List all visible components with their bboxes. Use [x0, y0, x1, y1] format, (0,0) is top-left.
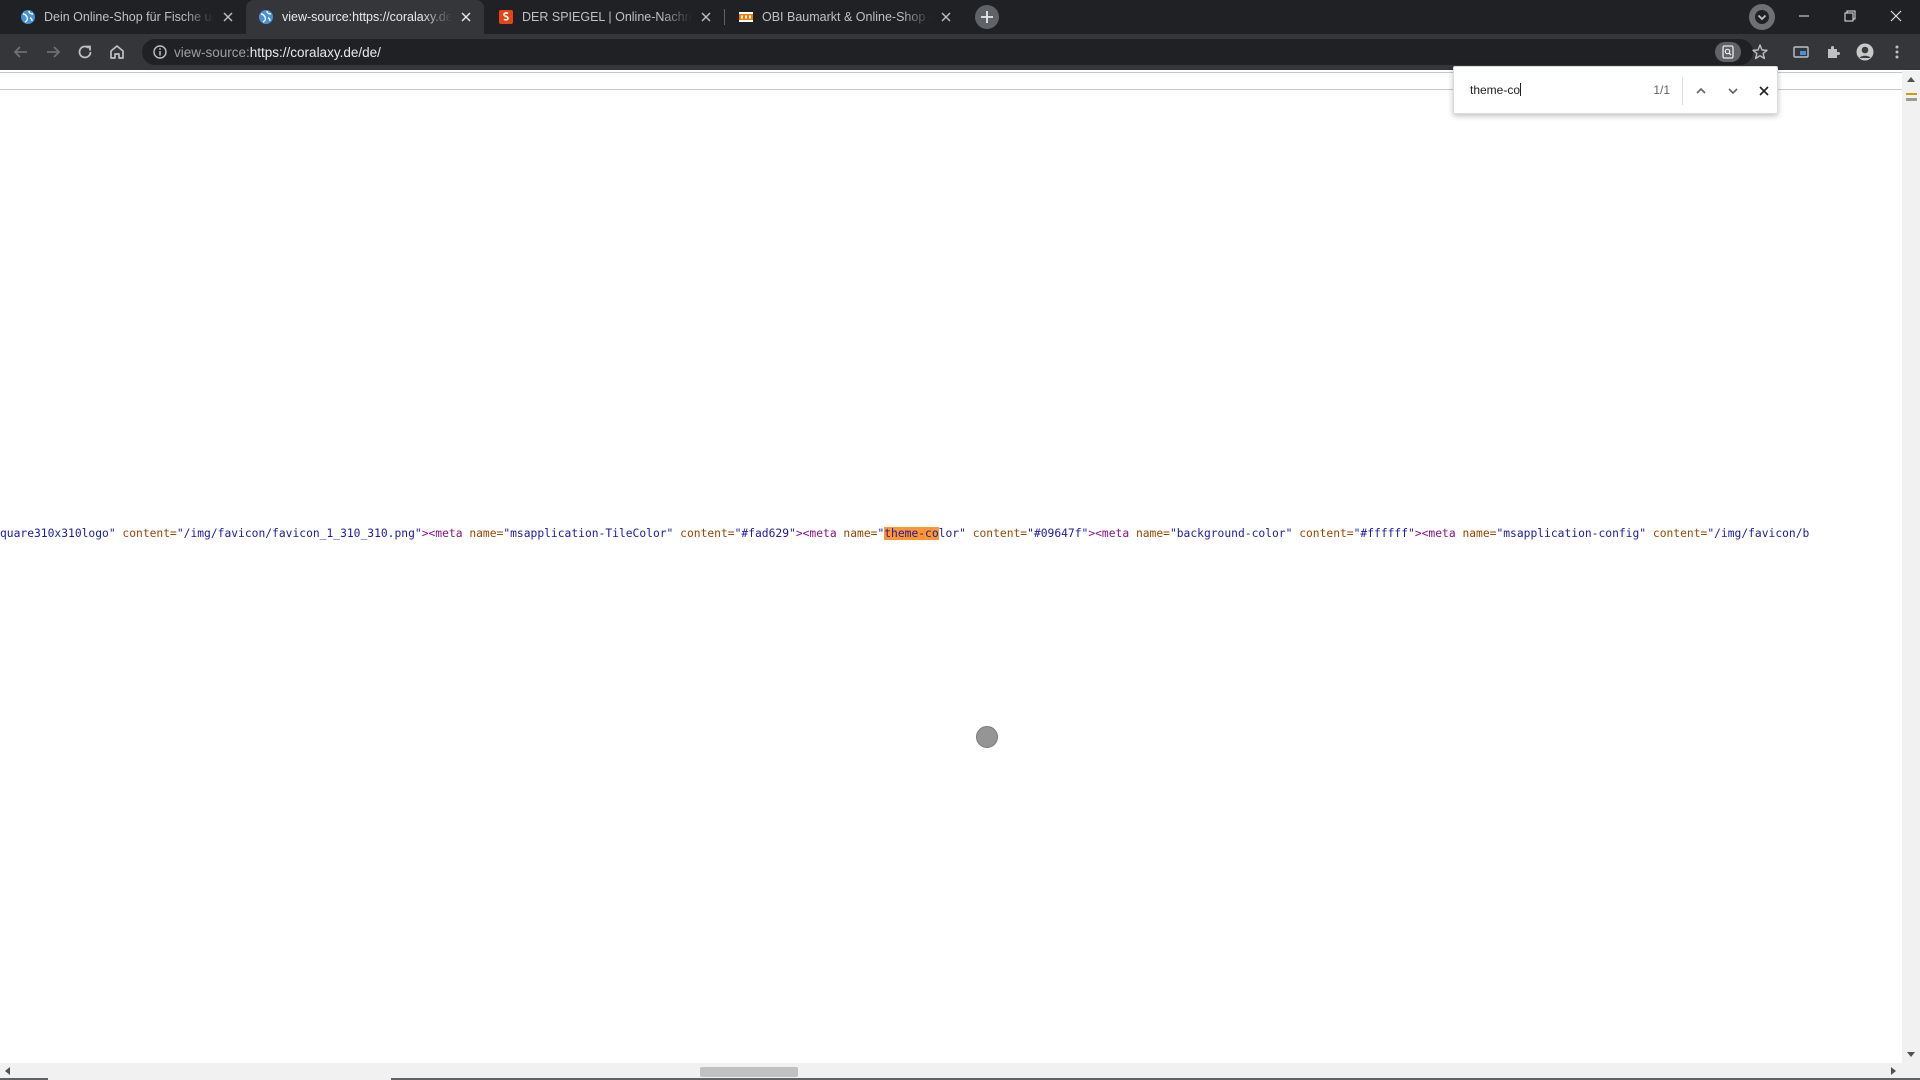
source-token: content= [1646, 527, 1708, 540]
source-token: "/img/favicon/b [1707, 527, 1810, 540]
source-token: "/img/favicon/favicon_1_310_310.png" [176, 527, 422, 540]
address-scheme: view-source: [174, 45, 250, 60]
source-token: ><meta [795, 527, 844, 540]
source-token: ><meta [1414, 527, 1463, 540]
source-token: "#fad629" [734, 527, 796, 540]
find-query: theme-co [1470, 83, 1521, 97]
close-window-button[interactable] [1873, 0, 1919, 32]
source-token: name= [1462, 527, 1497, 540]
source-token: "#09647f" [1027, 527, 1089, 540]
text-caret [1520, 83, 1522, 96]
close-icon[interactable] [940, 11, 952, 23]
back-button[interactable] [9, 40, 33, 64]
find-match-count: 1/1 [1653, 83, 1670, 97]
tab-obi[interactable]: OBI Baumarkt & Online-Shop - alles [726, 0, 964, 34]
scroll-down-icon[interactable] [1907, 1052, 1915, 1057]
tab-title: view-source:https://coralaxy.de/de/ [282, 10, 452, 24]
source-token: lor" [938, 527, 966, 540]
tab-separator [724, 9, 725, 25]
close-icon[interactable] [700, 11, 712, 23]
cast-extension-icon[interactable] [1789, 40, 1813, 64]
source-token: ><meta [421, 527, 470, 540]
scroll-left-icon[interactable] [5, 1067, 10, 1075]
tab-title: OBI Baumarkt & Online-Shop - alles [762, 10, 932, 24]
more-menu-icon[interactable] [1885, 40, 1909, 64]
find-match-marker [1906, 93, 1917, 95]
tab-view-source[interactable]: view-source:https://coralaxy.de/de/ [246, 0, 484, 34]
source-token: content= [115, 527, 177, 540]
vertical-scrollbar[interactable] [1902, 71, 1920, 1063]
mouse-cursor [976, 726, 998, 748]
globe-icon [258, 9, 274, 25]
close-icon[interactable] [222, 11, 234, 23]
obi-icon [738, 9, 754, 25]
minimize-button[interactable] [1781, 0, 1827, 32]
tab-title: Dein Online-Shop für Fische und Korallen [44, 10, 214, 24]
scrollbar-thumb[interactable] [1906, 98, 1917, 101]
find-in-page-icon[interactable] [1715, 42, 1741, 62]
source-token: name= [469, 527, 504, 540]
divider [1682, 77, 1683, 105]
globe-icon [20, 9, 36, 25]
find-close-button[interactable] [1754, 81, 1774, 101]
site-info-icon[interactable] [152, 44, 168, 60]
source-token: "background-color" [1169, 527, 1293, 540]
tab-title: DER SPIEGEL | Online-Nachrichten [522, 10, 692, 24]
address-bar[interactable]: view-source:https://coralaxy.de/de/ [142, 39, 1753, 65]
source-token: content= [1292, 527, 1354, 540]
find-highlight: theme-co [884, 527, 939, 540]
avatar[interactable] [1853, 40, 1877, 64]
bookmark-star-icon[interactable] [1748, 40, 1772, 64]
address-text: view-source:https://coralaxy.de/de/ [174, 45, 381, 60]
source-token: "#ffffff" [1353, 527, 1415, 540]
reload-button[interactable] [73, 40, 97, 64]
new-tab-button[interactable] [975, 5, 999, 29]
tab-search-button[interactable] [1749, 4, 1775, 30]
source-token: "msapplication-config" [1496, 527, 1647, 540]
source-code-line: quare310x310logo" content="/img/favicon/… [0, 526, 1900, 542]
home-button[interactable] [105, 40, 129, 64]
source-token: content= [673, 527, 735, 540]
tab-strip: Dein Online-Shop für Fische und Korallen… [0, 0, 1920, 34]
close-icon[interactable] [460, 11, 472, 23]
find-next-button[interactable] [1723, 81, 1743, 101]
tab-coralaxy-shop[interactable]: Dein Online-Shop für Fische und Korallen [8, 0, 246, 34]
scroll-up-icon[interactable] [1907, 77, 1915, 82]
source-token: content= [965, 527, 1028, 540]
scrollbar-thumb[interactable] [700, 1067, 798, 1077]
scroll-right-icon[interactable] [1891, 1067, 1896, 1075]
extensions-puzzle-icon[interactable] [1821, 40, 1845, 64]
tab-spiegel[interactable]: DER SPIEGEL | Online-Nachrichten [486, 0, 724, 34]
source-token: "msapplication-TileColor" [503, 527, 674, 540]
source-token: name= [843, 527, 878, 540]
source-token: quare310x310logo" [0, 527, 116, 540]
find-previous-button[interactable] [1691, 81, 1711, 101]
source-token: name= [1135, 527, 1170, 540]
source-token: ><meta [1088, 527, 1136, 540]
restore-button[interactable] [1827, 0, 1873, 32]
forward-button[interactable] [41, 40, 65, 64]
spiegel-icon [498, 9, 514, 25]
find-bar: theme-co 1/1 [1453, 66, 1778, 114]
find-input[interactable]: theme-co [1470, 83, 1620, 99]
address-url: https://coralaxy.de/de/ [249, 45, 381, 60]
